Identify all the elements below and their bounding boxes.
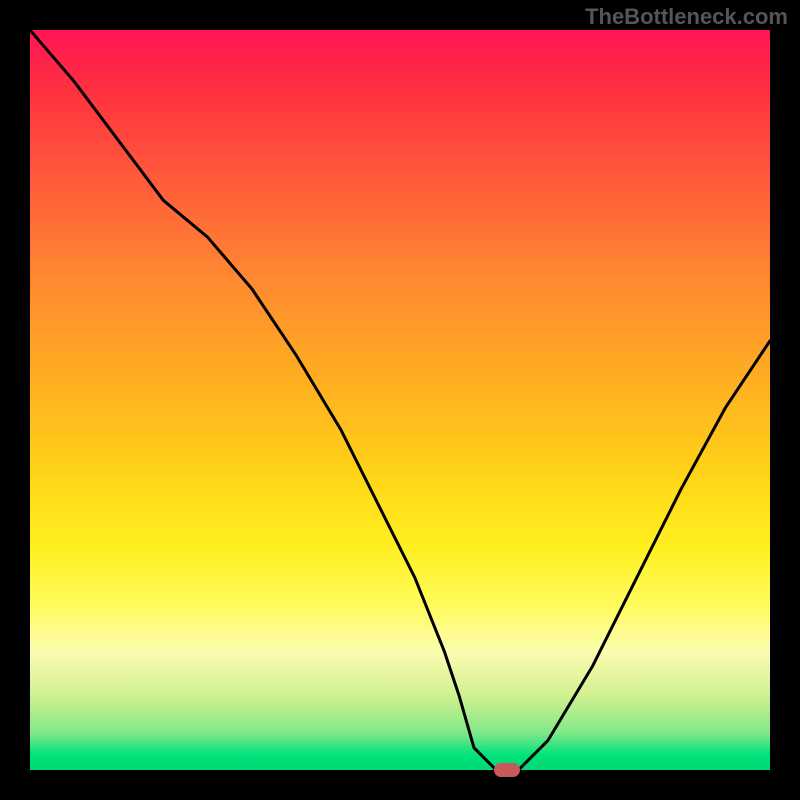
minimum-marker xyxy=(494,763,520,777)
bottleneck-curve xyxy=(30,30,770,770)
chart-plot-area xyxy=(30,30,770,770)
watermark-text: TheBottleneck.com xyxy=(585,4,788,30)
